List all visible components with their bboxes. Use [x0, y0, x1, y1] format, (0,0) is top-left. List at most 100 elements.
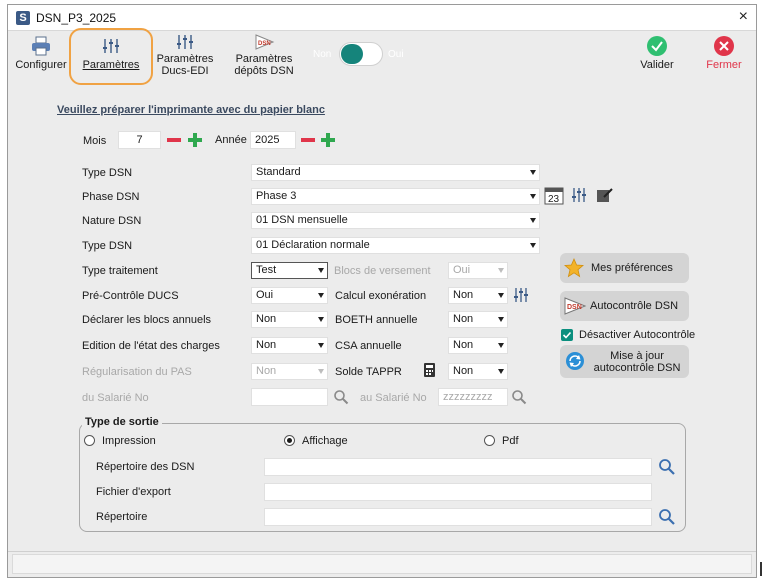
regularisation-select[interactable]: Non [251, 363, 328, 380]
pdf-label: Pdf [502, 435, 519, 447]
fichier-export-input[interactable] [264, 483, 652, 501]
solde-tappr-select[interactable]: Non [448, 363, 508, 380]
type-dsn-value: Standard [256, 166, 301, 178]
minus-icon[interactable] [300, 132, 316, 148]
desactiver-autocontrole-label: Désactiver Autocontrôle [579, 329, 696, 341]
chevron-down-icon [530, 170, 536, 175]
autocontrole-dsn-button[interactable]: DSN Autocontrôle DSN [560, 291, 689, 321]
edition-value: Non [256, 339, 277, 351]
chevron-down-icon [498, 268, 504, 273]
mes-preferences-button[interactable]: Mes préférences [560, 253, 689, 283]
desactiver-autocontrole-checkbox[interactable] [561, 329, 573, 341]
parametres-depots-dsn-button[interactable]: DSN Paramètres dépôts DSN [228, 31, 300, 81]
impression-label: Impression [102, 435, 156, 447]
dialog-window: S DSN_P3_2025 × Configurer Paramètres Pa… [7, 4, 757, 578]
du-salarie-label: du Salarié No [82, 392, 149, 404]
pre-controle-label: Pré-Contrôle DUCS [82, 290, 179, 302]
refresh-icon [566, 352, 584, 370]
star-icon [564, 258, 584, 278]
annee-input[interactable]: 2025 [250, 131, 296, 149]
chevron-down-icon [318, 317, 324, 322]
boeth-select[interactable]: Non [448, 311, 508, 328]
check-circle-icon [647, 36, 667, 56]
fermer-button[interactable]: Fermer [698, 31, 750, 81]
sliders-icon[interactable] [570, 187, 588, 203]
sliders-icon[interactable] [512, 287, 530, 303]
close-window-button[interactable]: × [739, 8, 748, 26]
mois-input[interactable]: 7 [118, 131, 161, 149]
plus-icon[interactable] [320, 132, 336, 148]
type-declaration-value: 01 Déclaration normale [256, 239, 370, 251]
fichier-export-label: Fichier d'export [96, 486, 171, 498]
nature-dsn-value: 01 DSN mensuelle [256, 214, 348, 226]
affichage-radio[interactable] [284, 435, 295, 446]
sliders-icon [177, 35, 193, 49]
search-icon[interactable] [658, 458, 676, 476]
chevron-down-icon [498, 317, 504, 322]
declarer-blocs-select[interactable]: Non [251, 311, 328, 328]
csa-value: Non [453, 339, 474, 351]
non-oui-toggle[interactable] [339, 42, 383, 66]
app-icon: S [16, 11, 30, 25]
type-traitement-label: Type traitement [82, 265, 158, 277]
dsn-logo-icon: DSN [564, 297, 587, 315]
search-icon[interactable] [333, 389, 349, 405]
boeth-value: Non [453, 313, 474, 325]
parametres-highlight [69, 28, 153, 85]
parametres-ducs-label-line1: Paramètres [156, 53, 214, 65]
toggle-off-label: Non [313, 49, 332, 60]
repertoire-input[interactable] [264, 508, 652, 526]
search-icon[interactable] [658, 508, 676, 526]
du-salarie-input[interactable] [251, 388, 328, 406]
mise-a-jour-autocontrole-button[interactable]: Mise à jour autocontrôle DSN [560, 345, 689, 378]
chevron-down-icon [318, 268, 324, 273]
repertoire-dsn-input[interactable] [264, 458, 652, 476]
phase-dsn-label: Phase DSN [82, 191, 140, 203]
chevron-down-icon [498, 343, 504, 348]
mise-a-jour-label-line2: autocontrôle DSN [593, 362, 681, 374]
pdf-radio[interactable] [484, 435, 495, 446]
pre-controle-select[interactable]: Oui [251, 287, 328, 304]
chevron-down-icon [530, 243, 536, 248]
search-icon[interactable] [511, 389, 527, 405]
type-traitement-select[interactable]: Test [251, 262, 328, 279]
phase-dsn-select[interactable]: Phase 3 [251, 188, 540, 205]
edit-icon[interactable] [596, 187, 614, 203]
calcul-exo-value: Non [453, 289, 474, 301]
chevron-down-icon [530, 218, 536, 223]
annee-label: Année [215, 134, 247, 146]
autocontrole-dsn-label: Autocontrôle DSN [590, 300, 679, 312]
edition-select[interactable]: Non [251, 337, 328, 354]
type-declaration-select[interactable]: 01 Déclaration normale [251, 237, 540, 254]
calendar-icon[interactable]: 23 [544, 185, 565, 205]
au-salarie-label: au Salarié No [360, 392, 427, 404]
parametres-ducs-edi-button[interactable]: Paramètres Ducs-EDI [151, 31, 219, 81]
affichage-label: Affichage [302, 435, 348, 447]
pre-controle-value: Oui [256, 289, 274, 301]
au-salarie-input[interactable]: zzzzzzzzz [438, 388, 508, 406]
calculator-icon[interactable] [423, 362, 436, 378]
plus-icon[interactable] [187, 132, 203, 148]
nature-dsn-select[interactable]: 01 DSN mensuelle [251, 212, 540, 229]
impression-radio[interactable] [84, 435, 95, 446]
csa-select[interactable]: Non [448, 337, 508, 354]
minus-icon[interactable] [166, 132, 182, 148]
chevron-down-icon [318, 369, 324, 374]
edge-divider [760, 562, 762, 576]
svg-text:DSN: DSN [258, 41, 271, 47]
chevron-down-icon [318, 293, 324, 298]
repertoire-label: Répertoire [96, 511, 148, 523]
chevron-down-icon [530, 194, 536, 199]
valider-button[interactable]: Valider [632, 31, 682, 81]
regularisation-label: Régularisation du PAS [82, 366, 192, 378]
form-area: Veuillez préparer l'imprimante avec du p… [8, 81, 756, 551]
chevron-down-icon [318, 343, 324, 348]
parametres-ducs-label-line2: Ducs-EDI [161, 65, 209, 77]
type-dsn-select[interactable]: Standard [251, 164, 540, 181]
parametres-depots-label-line2: dépôts DSN [234, 65, 294, 77]
calcul-exo-select[interactable]: Non [448, 287, 508, 304]
configurer-button[interactable]: Configurer [12, 31, 70, 81]
csa-label: CSA annuelle [335, 340, 402, 352]
blocs-versement-select[interactable]: Oui [448, 262, 508, 279]
type-dsn-label: Type DSN [82, 167, 133, 179]
